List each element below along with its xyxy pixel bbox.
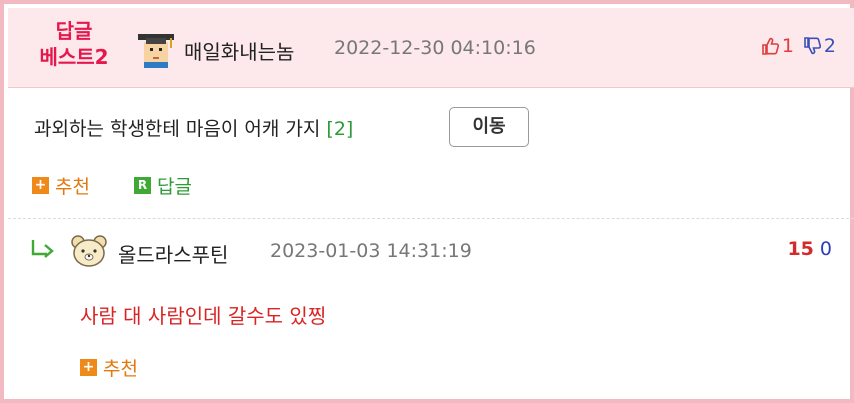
divider — [8, 218, 854, 219]
bear-avatar-icon[interactable] — [70, 234, 108, 268]
comment-card: 답글 베스트2 매일화내는놈 2022-12-30 04:10:16 1 2 과… — [0, 0, 854, 403]
reply-arrow-icon — [31, 240, 54, 258]
downvote-button[interactable]: 2 — [802, 35, 836, 57]
reply-r-icon: R — [134, 177, 151, 194]
recommend-label: 추천 — [55, 176, 90, 198]
upvote-button[interactable]: 1 — [760, 35, 794, 57]
reply-label: 답글 — [157, 176, 192, 198]
recommend-label: 추천 — [103, 358, 138, 380]
reply-recommend-button[interactable]: + 추천 — [80, 354, 138, 381]
plus-icon: + — [80, 359, 97, 376]
comment-author[interactable]: 매일화내는놈 — [184, 36, 294, 65]
comment-votes: 1 2 — [760, 35, 836, 57]
reply-text: 사람 대 사람인데 갈수도 있찡 — [80, 304, 327, 328]
thumbs-up-icon — [762, 37, 779, 55]
reply-upvote-count[interactable]: 15 — [787, 238, 813, 260]
best-reply-badge: 답글 베스트2 — [28, 18, 120, 70]
move-button[interactable]: 이동 — [449, 107, 529, 147]
upvote-count: 1 — [781, 35, 794, 57]
plus-icon: + — [32, 177, 49, 194]
reply-downvote-count[interactable]: 0 — [820, 238, 832, 260]
reply-button[interactable]: R 답글 — [134, 172, 192, 199]
reply-count[interactable]: [2] — [326, 118, 353, 140]
reply-author[interactable]: 올드라스푸틴 — [118, 239, 228, 268]
thumbs-down-icon — [804, 37, 821, 55]
comment-timestamp: 2022-12-30 04:10:16 — [334, 37, 536, 59]
reply-timestamp: 2023-01-03 14:31:19 — [270, 240, 472, 262]
comment-text: 과외하는 학생한테 마음이 어캐 가지 — [34, 118, 321, 140]
reply-votes: 15 0 — [787, 238, 832, 260]
recommend-button[interactable]: + 추천 — [32, 172, 90, 199]
comment-text-line: 과외하는 학생한테 마음이 어캐 가지 [2] — [34, 114, 353, 141]
comment-header: 답글 베스트2 매일화내는놈 2022-12-30 04:10:16 1 2 — [8, 8, 854, 88]
badge-line-2: 베스트2 — [39, 45, 109, 69]
graduate-avatar-icon[interactable] — [136, 28, 176, 68]
badge-line-1: 답글 — [55, 19, 93, 43]
downvote-count: 2 — [823, 35, 836, 57]
